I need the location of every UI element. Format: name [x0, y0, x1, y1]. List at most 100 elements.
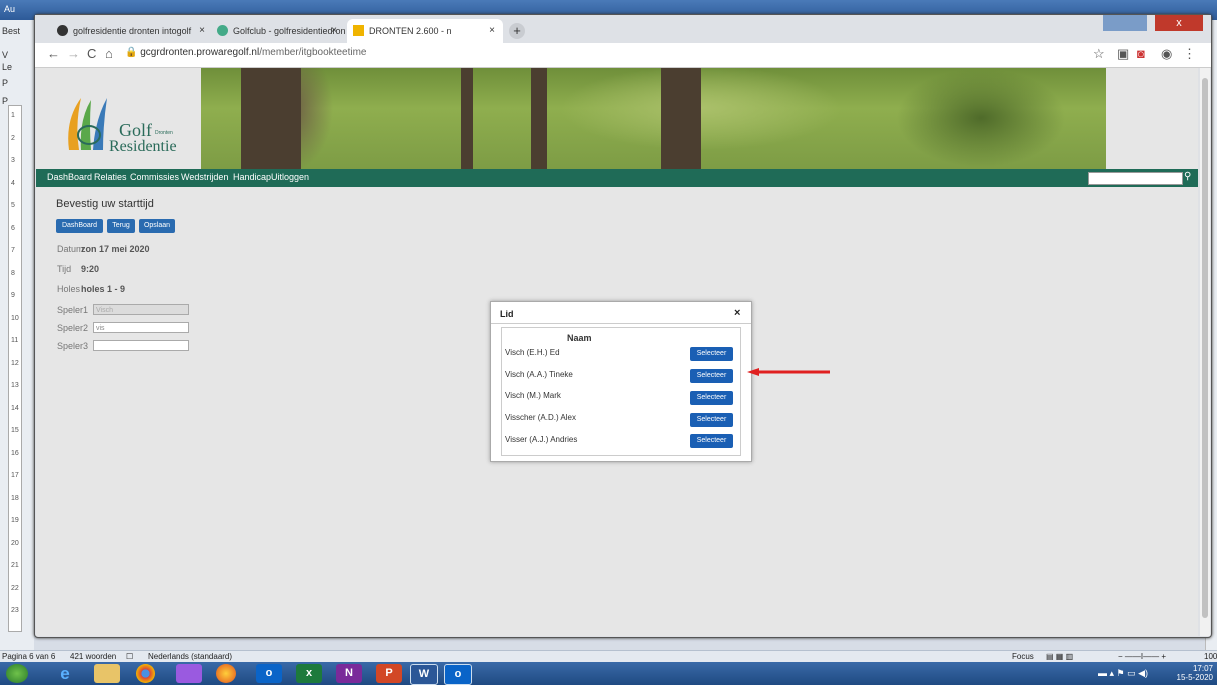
intogolf-favicon-icon [57, 25, 68, 36]
language[interactable]: Nederlands (standaard) [148, 652, 232, 661]
word-side-label: Best [2, 26, 21, 36]
page-title: Bevestig uw starttijd [56, 198, 154, 210]
select-member-button[interactable]: Selecteer [690, 391, 733, 405]
pocket-icon[interactable]: ◙ [1137, 46, 1145, 61]
player3-label: Speler3 [57, 341, 89, 351]
powerpoint-taskbar-button[interactable]: P [376, 664, 402, 683]
explorer-taskbar-button[interactable] [94, 664, 120, 683]
outlook-taskbar-button[interactable]: o [256, 664, 282, 683]
browser-window: golfresidentie dronten intogolf × Golfcl… [34, 14, 1212, 638]
word-taskbar-button[interactable]: W [410, 664, 438, 685]
select-member-button[interactable]: Selecteer [690, 434, 733, 448]
minimize-maximize-buttons[interactable] [1103, 15, 1147, 31]
search-icon[interactable]: ⚲ [1184, 171, 1191, 182]
start-button[interactable] [6, 664, 28, 683]
address-bar[interactable]: 🔒 gcgrdronten.prowaregolf.nl/member/itgb… [125, 47, 366, 58]
member-name: Visser (A.J.) Andries [505, 435, 578, 444]
tab-close-icon[interactable]: × [489, 19, 495, 43]
tab-strip: golfresidentie dronten intogolf × Golfcl… [35, 15, 1211, 43]
tray-icons[interactable]: ▬ ▴ ⚑ ▭ ◀) [1098, 668, 1148, 679]
ruler-number: 17 [11, 472, 19, 479]
outlook-window-taskbar-button[interactable]: o [444, 664, 472, 685]
tab-golfclub[interactable]: Golfclub - golfresidentiedronten × [211, 19, 345, 43]
nav-commissies[interactable]: Commissies [130, 172, 179, 182]
nav-handicap[interactable]: Handicap [233, 172, 271, 182]
nav-wedstrijden[interactable]: Wedstrijden [181, 172, 228, 182]
select-member-button[interactable]: Selecteer [690, 369, 733, 383]
tree-trunk [241, 68, 301, 169]
window-close-button[interactable]: x [1155, 15, 1203, 31]
ruler-number: 11 [11, 337, 19, 344]
word-title-text: Au [4, 4, 16, 14]
clock[interactable]: 17:07 15-5-2020 [1177, 664, 1213, 682]
onenote-taskbar-button[interactable]: N [336, 664, 362, 683]
page-scrollbar[interactable] [1200, 68, 1210, 636]
member-name: Visch (M.) Mark [505, 391, 561, 400]
firefox-taskbar-button[interactable] [216, 664, 236, 683]
back-icon[interactable]: ← [47, 46, 60, 61]
tab-intogolf[interactable]: golfresidentie dronten intogolf × [51, 19, 213, 43]
excel-taskbar-button[interactable]: x [296, 664, 322, 683]
bookmark-star-icon[interactable]: ☆ [1093, 46, 1105, 62]
golfclub-favicon-icon [217, 25, 228, 36]
member-name: Visch (A.A.) Tineke [505, 370, 573, 379]
ie-taskbar-button[interactable]: e [52, 664, 78, 683]
site-logo[interactable]: Golf Dronten Residentie [61, 90, 201, 160]
ruler-number: 13 [11, 382, 19, 389]
word-count: 421 woorden [70, 652, 117, 661]
nav-relaties[interactable]: Relaties [94, 172, 127, 182]
browser-toolbar: ← → C ⌂ 🔒 gcgrdronten.prowaregolf.nl/mem… [35, 43, 1211, 68]
site-nav: DashBoard Relaties Commissies Wedstrijde… [36, 169, 1198, 187]
logo-text-2: Residentie [109, 138, 177, 155]
focus-mode[interactable]: Focus [1012, 652, 1034, 661]
page-viewport: Golf Dronten Residentie DashBoard Relati… [36, 68, 1198, 636]
media-taskbar-button[interactable] [176, 664, 202, 683]
tree-trunk [461, 68, 473, 169]
ruler-number: 22 [11, 584, 19, 592]
save-button[interactable]: Opslaan [139, 219, 175, 233]
view-icons[interactable]: ▤ ▦ ▥ [1046, 652, 1073, 661]
ruler-number: 15 [11, 427, 19, 434]
reload-icon[interactable]: C [87, 46, 96, 61]
forward-icon[interactable]: → [67, 46, 80, 61]
tree-trunk [531, 68, 547, 169]
player2-label: Speler2 [57, 323, 89, 333]
clock-date: 15-5-2020 [1176, 673, 1213, 682]
close-icon[interactable]: × [734, 307, 740, 319]
nav-uitloggen[interactable]: Uitloggen [271, 172, 309, 182]
menu-icon[interactable]: ⋮ [1183, 46, 1196, 62]
logo-sub: Dronten [155, 130, 173, 136]
star-favicon-icon [353, 25, 364, 36]
red-arrow-annotation-icon [747, 368, 830, 376]
header-photo [201, 68, 1106, 169]
ruler-number: 12 [11, 359, 19, 367]
select-member-button[interactable]: Selecteer [690, 413, 733, 427]
home-icon[interactable]: ⌂ [105, 46, 113, 61]
zoom-slider[interactable]: − ——I—— + [1118, 652, 1166, 661]
url-path: /member/itgbookteetime [259, 47, 367, 58]
nav-dashboard[interactable]: DashBoard [47, 172, 92, 182]
vertical-ruler: 1 2 3 4 5 6 7 8 9 10 11 12 13 14 15 16 17 18 19 20 21 22 23 [8, 105, 22, 632]
extension-icon[interactable]: ▣ [1117, 46, 1129, 62]
player3-field[interactable] [93, 340, 189, 351]
site-search-input[interactable] [1088, 172, 1183, 185]
page-count: Pagina 6 van 6 [2, 652, 56, 661]
ruler-number: 7 [11, 247, 15, 254]
ruler-number: 23 [11, 607, 19, 614]
select-member-button[interactable]: Selecteer [690, 347, 733, 361]
tab-close-icon[interactable]: × [331, 19, 337, 43]
player2-field[interactable]: vis [93, 322, 189, 333]
zoom-level[interactable]: 100 [1204, 652, 1217, 661]
dashboard-button[interactable]: DashBoard [56, 219, 103, 233]
proofing-icon[interactable]: ☐ [126, 652, 133, 661]
lock-icon: 🔒 [125, 47, 138, 58]
member-name: Visscher (A.D.) Alex [505, 413, 576, 422]
chrome-taskbar-button[interactable] [136, 664, 155, 683]
ruler-number: 20 [11, 539, 19, 547]
tab-dronten[interactable]: DRONTEN 2.600 - n × [347, 19, 503, 43]
tab-close-icon[interactable]: × [199, 19, 205, 43]
scrollbar-thumb[interactable] [1202, 78, 1208, 618]
back-button[interactable]: Terug [107, 219, 135, 233]
new-tab-button[interactable]: + [509, 23, 525, 39]
account-icon[interactable]: ◉ [1161, 46, 1172, 62]
